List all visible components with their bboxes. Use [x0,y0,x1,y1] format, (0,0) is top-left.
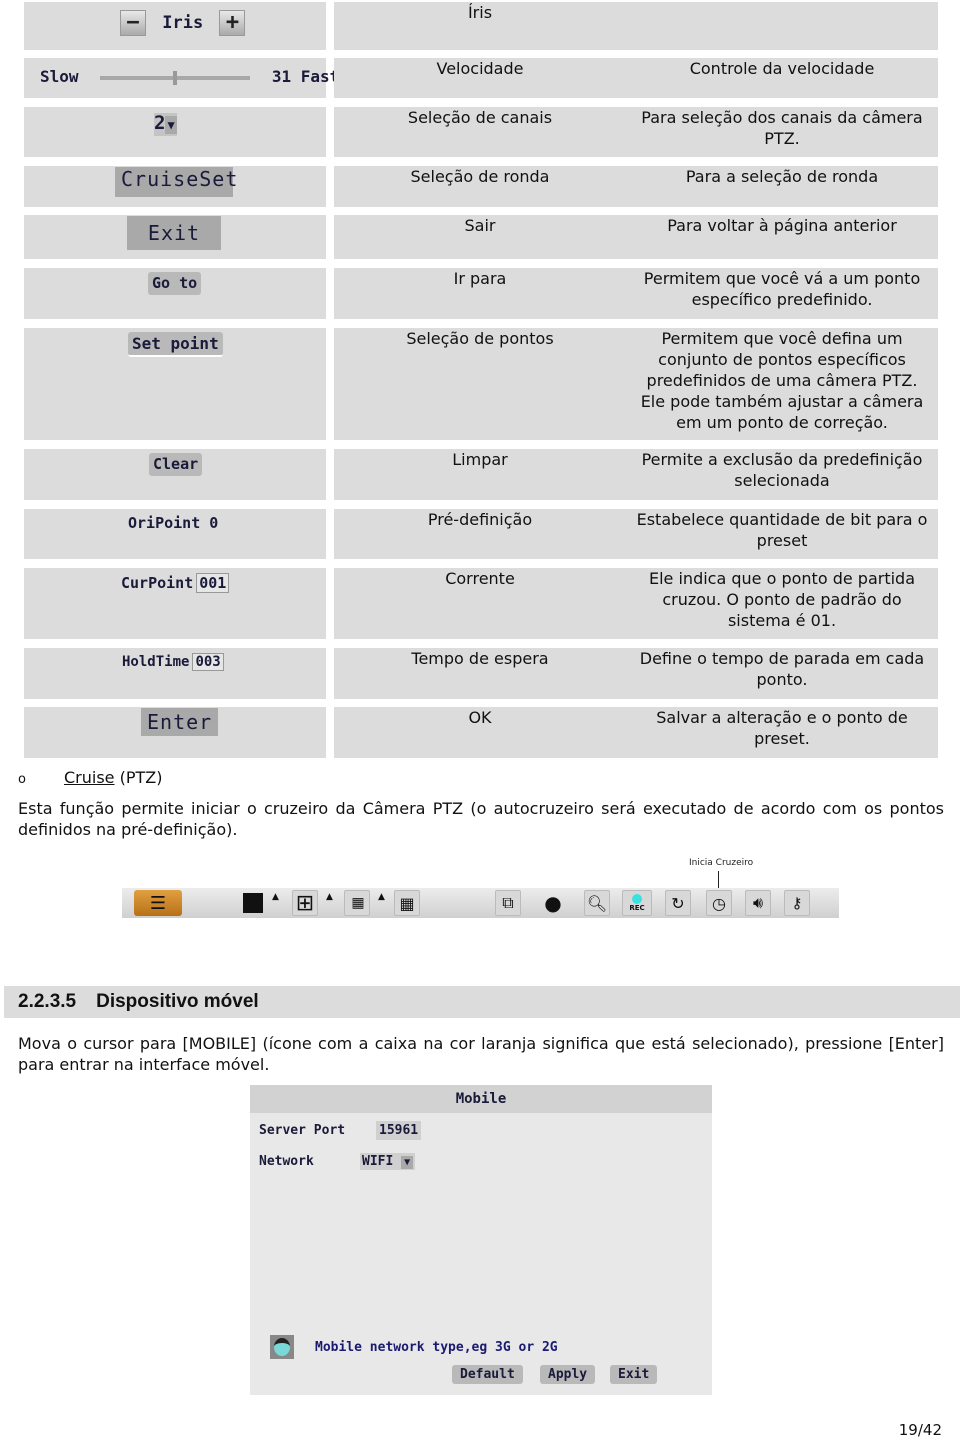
expand-arrow-icon[interactable]: ▲ [378,892,385,902]
single-view-icon[interactable] [240,890,266,916]
cruise-icon[interactable]: ◷ [706,890,732,916]
oripoint-label: OriPoint [128,514,201,532]
description-cell: Define o tempo de parada em cada ponto. [626,648,938,699]
default-button[interactable]: Default [452,1365,523,1384]
description-cell: Permitem que você vá a um ponto específi… [626,268,938,319]
expand-arrow-icon[interactable]: ▲ [272,892,279,902]
record-indicator [632,894,642,904]
audio-icon[interactable]: 🔊︎ [745,890,771,916]
speed-slider-thumb[interactable] [173,70,178,85]
hint-text: Mobile network type,eg 3G or 2G [315,1340,558,1355]
speed-value: 31 [271,67,292,86]
mobile-dialog: Mobile Server Port 15961 Network WIFI ▼ … [250,1085,712,1395]
goto-button[interactable]: Go to [148,272,202,295]
sixteen-view-icon[interactable]: ▦ [394,890,420,916]
server-port-input[interactable]: 15961 [376,1121,422,1140]
description-cell: Para seleção dos canais da câmera PTZ. [626,107,938,157]
description-cell: Permitem que você defina um conjunto de … [626,328,938,440]
channel-select[interactable]: 2 ▼ [154,113,177,136]
description-cell: Estabelece quantidade de bit para o pres… [626,509,938,559]
table-row: CurPoint 001 Corrente Ele indica que o po… [24,568,940,639]
holdtime-input[interactable]: 003 [192,653,224,671]
function-cell: Ir para [334,268,626,319]
network-select[interactable]: WIFI ▼ [360,1153,416,1170]
function-cell: Velocidade [334,58,626,98]
table-row: Set point Seleção de pontos Permitem que… [24,328,940,440]
table-row: OriPoint 0 Pré-definição Estabelece quan… [24,509,940,559]
table-row: − Iris + Íris [24,2,940,50]
description-cell: Salvar a alteração e o ponto de preset. [626,707,938,758]
nine-view-icon[interactable]: ▦ [344,890,370,916]
description-cell: Ele indica que o ponto de partida cruzou… [626,568,938,639]
function-cell: Pré-definição [334,509,626,559]
oripoint-value: 0 [209,514,219,532]
apply-button[interactable]: Apply [540,1365,596,1384]
callout-label: Inicia Cruzeiro [689,858,754,868]
function-cell: Seleção de pontos [334,328,626,440]
lock-key-icon[interactable]: ⚷ [784,890,810,916]
function-cell: Corrente [334,568,626,639]
function-cell: OK [334,707,626,758]
function-cell: Seleção de ronda [334,166,626,207]
curpoint-label: CurPoint [121,574,194,592]
description-cell: Permite a exclusão da predefinição selec… [626,449,938,500]
section-title: Dispositivo móvel [96,991,259,1012]
description-cell: Para voltar à página anterior [626,215,938,259]
iris-plus-button[interactable]: + [219,10,246,36]
table-row: HoldTime 003 Tempo de espera Define o tem… [24,648,940,699]
search-icon[interactable]: 🔍︎ [584,890,610,916]
cruise-paragraph: Esta função permite iniciar o cruzeiro d… [18,799,944,839]
table-row: Go to Ir para Permitem que você vá a um … [24,268,940,319]
pip-icon[interactable]: ⧉ [495,890,521,916]
cruise-link[interactable]: Cruise [64,768,115,787]
section-number: 2.2.3.5 [18,991,77,1012]
enter-button[interactable]: Enter [141,708,219,736]
clear-button[interactable]: Clear [149,453,203,476]
description-cell [626,2,938,50]
info-icon [270,1335,294,1359]
network-label: Network [259,1154,314,1169]
chevron-down-icon: ▼ [165,116,177,134]
function-cell: Limpar [334,449,626,500]
ptz-camera-icon[interactable]: ● [540,890,566,916]
function-cell: Seleção de canais [334,107,626,157]
speed-slider[interactable] [100,70,251,85]
function-cell: Tempo de espera [334,648,626,699]
section-paragraph: Mova o cursor para [MOBILE] (ícone com a… [18,1034,944,1074]
table-row: Slow 31 Fast Velocidade Controle da velo… [24,58,940,98]
cruiseset-button[interactable]: CruiseSet [115,167,237,197]
iris-label: Iris [162,13,204,33]
server-port-label: Server Port [259,1123,346,1138]
curpoint-input[interactable]: 001 [196,573,230,593]
cruise-subheading: o Cruise (PTZ) [18,768,163,787]
table-row: Exit Sair Para voltar à página anterior [24,215,940,259]
exit-button[interactable]: Exit [610,1365,658,1384]
iris-minus-button[interactable]: − [120,10,146,36]
section-heading: 2.2.3.5 Dispositivo móvel [4,986,960,1018]
function-cell: Íris [334,2,626,50]
exit-button[interactable]: Exit [127,216,221,250]
playback-icon[interactable]: ↻ [665,890,691,916]
page-number: 19/42 [898,1421,942,1439]
quad-view-icon[interactable]: ⊞ [292,890,318,916]
table-row: Enter OK Salvar a alteração e o ponto de… [24,707,940,758]
chevron-down-icon: ▼ [401,1156,414,1169]
dialog-title: Mobile [250,1085,712,1113]
dvr-toolbar: ☰ ▲ ⊞ ▲ ▦ ▲ ▦ ⧉ ● 🔍︎ REC ↻ ◷ 🔊︎ ⚷ [122,888,839,918]
callout-line [718,871,719,888]
table-row: Clear Limpar Permite a exclusão da prede… [24,449,940,500]
table-row: CruiseSet Seleção de ronda Para a seleçã… [24,166,940,207]
description-cell: Para a seleção de ronda [626,166,938,207]
expand-arrow-icon[interactable]: ▲ [326,892,333,902]
bullet-icon: o [18,772,26,787]
holdtime-label: HoldTime [122,654,190,670]
mobile-icon[interactable]: ☰ [134,890,182,916]
function-cell: Sair [334,215,626,259]
table-row: 2 ▼ Seleção de canais Para seleção dos ca… [24,107,940,157]
slow-label: Slow [40,67,79,86]
record-icon[interactable]: REC [622,890,652,916]
set-point-button[interactable]: Set point [128,332,223,357]
description-cell: Controle da velocidade [626,58,938,98]
